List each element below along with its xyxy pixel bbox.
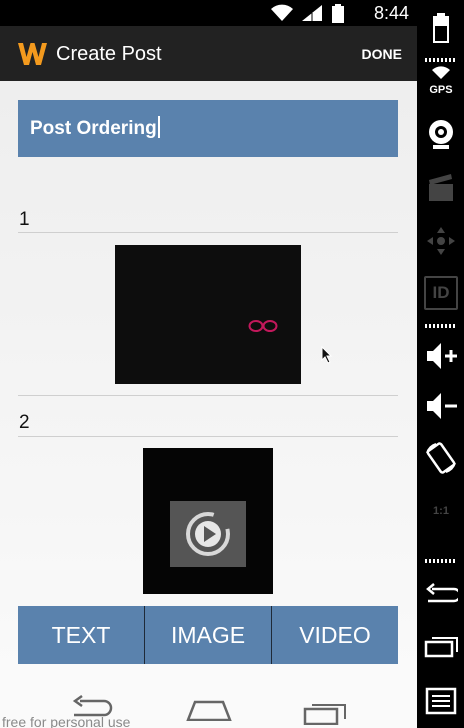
item-divider [18, 232, 398, 233]
volume-down-icon[interactable] [424, 389, 458, 423]
post-editor: Post Ordering 1 2 TEXT IMAGE VIDEO [0, 81, 417, 683]
toolbar-separator [425, 58, 457, 62]
device-id-button[interactable]: ID [424, 276, 458, 310]
screencast-icon[interactable] [424, 171, 458, 205]
recents-icon[interactable] [303, 701, 347, 725]
item-number: 2 [19, 412, 30, 433]
item-number: 1 [19, 209, 30, 230]
add-content-bar: TEXT IMAGE VIDEO [18, 606, 398, 664]
text-caret [157, 116, 160, 139]
post-title-value: Post Ordering [30, 118, 157, 139]
scale-button[interactable]: 1:1 [424, 494, 458, 528]
gps-signal-icon [432, 66, 450, 79]
battery-icon[interactable] [424, 11, 458, 45]
gps-label: GPS [429, 84, 453, 96]
volume-up-icon[interactable] [424, 339, 458, 373]
image-item[interactable] [115, 245, 301, 384]
menu-icon[interactable] [424, 684, 458, 718]
battery-icon [332, 4, 344, 23]
gps-button[interactable]: GPS [424, 66, 458, 100]
app-logo-icon [18, 43, 47, 65]
screen-title: Create Post [56, 43, 162, 65]
status-clock: 8:44 [373, 3, 409, 23]
dpad-icon[interactable] [424, 224, 458, 258]
video-thumbnail [170, 501, 246, 567]
recents-icon[interactable] [424, 630, 458, 664]
camera-icon[interactable] [424, 117, 458, 151]
item-divider [18, 436, 398, 437]
toolbar-separator [425, 324, 457, 328]
device-screen: 8:44 Create Post DONE Post Ordering 1 2 [0, 0, 417, 728]
back-icon[interactable] [424, 578, 458, 612]
watermark-text: free for personal use [2, 714, 131, 728]
signal-icon [301, 5, 322, 21]
rotate-icon[interactable] [424, 441, 458, 475]
done-button[interactable]: DONE [362, 46, 402, 62]
home-icon[interactable] [186, 699, 232, 721]
post-title-input[interactable]: Post Ordering [18, 100, 398, 157]
navigation-bar: free for personal use [0, 683, 417, 728]
status-bar: 8:44 [0, 0, 417, 26]
status-icons [270, 4, 345, 24]
mouse-pointer-icon [321, 346, 333, 364]
item-divider [18, 395, 398, 396]
add-text-button[interactable]: TEXT [18, 606, 144, 664]
video-item[interactable] [143, 448, 273, 594]
emulator-toolbar: GPS ID 1:1 [417, 0, 464, 728]
play-icon [186, 511, 230, 556]
eyes-icon [248, 320, 278, 332]
wifi-icon [271, 4, 294, 21]
add-video-button[interactable]: VIDEO [271, 606, 398, 664]
toolbar-separator [425, 559, 457, 563]
action-bar: Create Post DONE [0, 26, 417, 81]
add-image-button[interactable]: IMAGE [144, 606, 271, 664]
